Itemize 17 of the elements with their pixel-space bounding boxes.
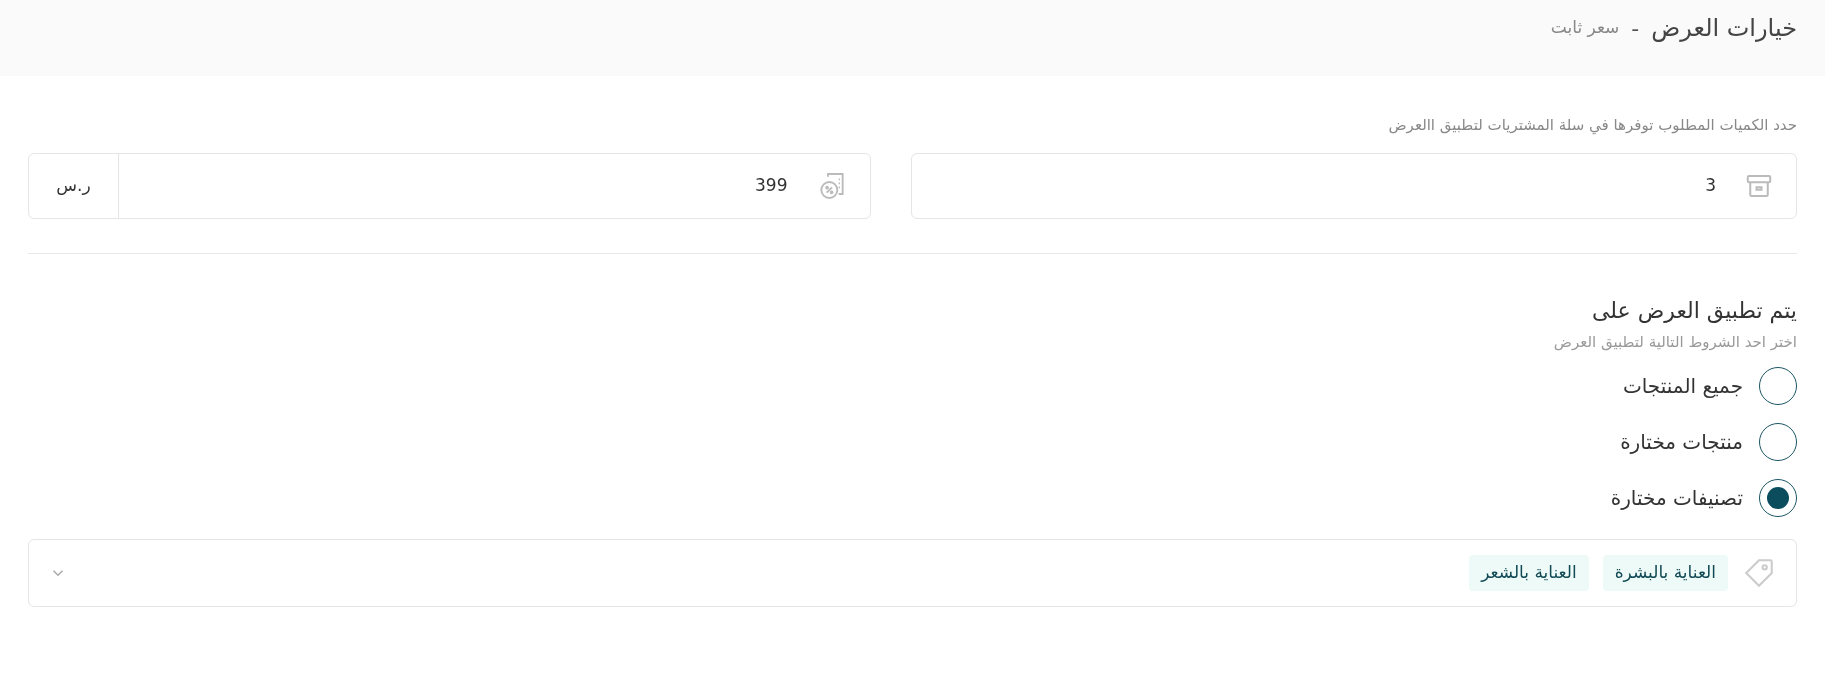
section-subtitle: اختر احد الشروط التالية لتطبيق العرض [1552,331,1797,353]
radio-label: تصنيفات مختارة [1610,485,1743,512]
price-value: 399 [755,173,788,197]
radio-label: جميع المنتجات [1622,373,1743,400]
category-select[interactable]: العناية بالبشرة العناية بالشعر [28,539,1797,607]
page-subtitle: سعر ثابت [1550,16,1620,39]
category-tag: العناية بالبشرة [1602,555,1728,591]
quantity-field[interactable]: 3 [910,152,1797,219]
tag-icon [1742,556,1776,590]
category-tag: العناية بالشعر [1469,555,1589,591]
radio-label: منتجات مختارة [1620,429,1743,456]
quantity-value: 3 [1705,173,1716,197]
currency-label: ر.س [29,153,119,218]
title-separator: - [1631,15,1640,43]
quantity-hint: حدد الكميات المطلوب توفرها في سلة المشتريات لتطبيق االعرض [1387,115,1797,137]
page-title: خيارات العرض [1651,13,1797,44]
section-title: يتم تطبيق العرض على [1590,296,1797,326]
